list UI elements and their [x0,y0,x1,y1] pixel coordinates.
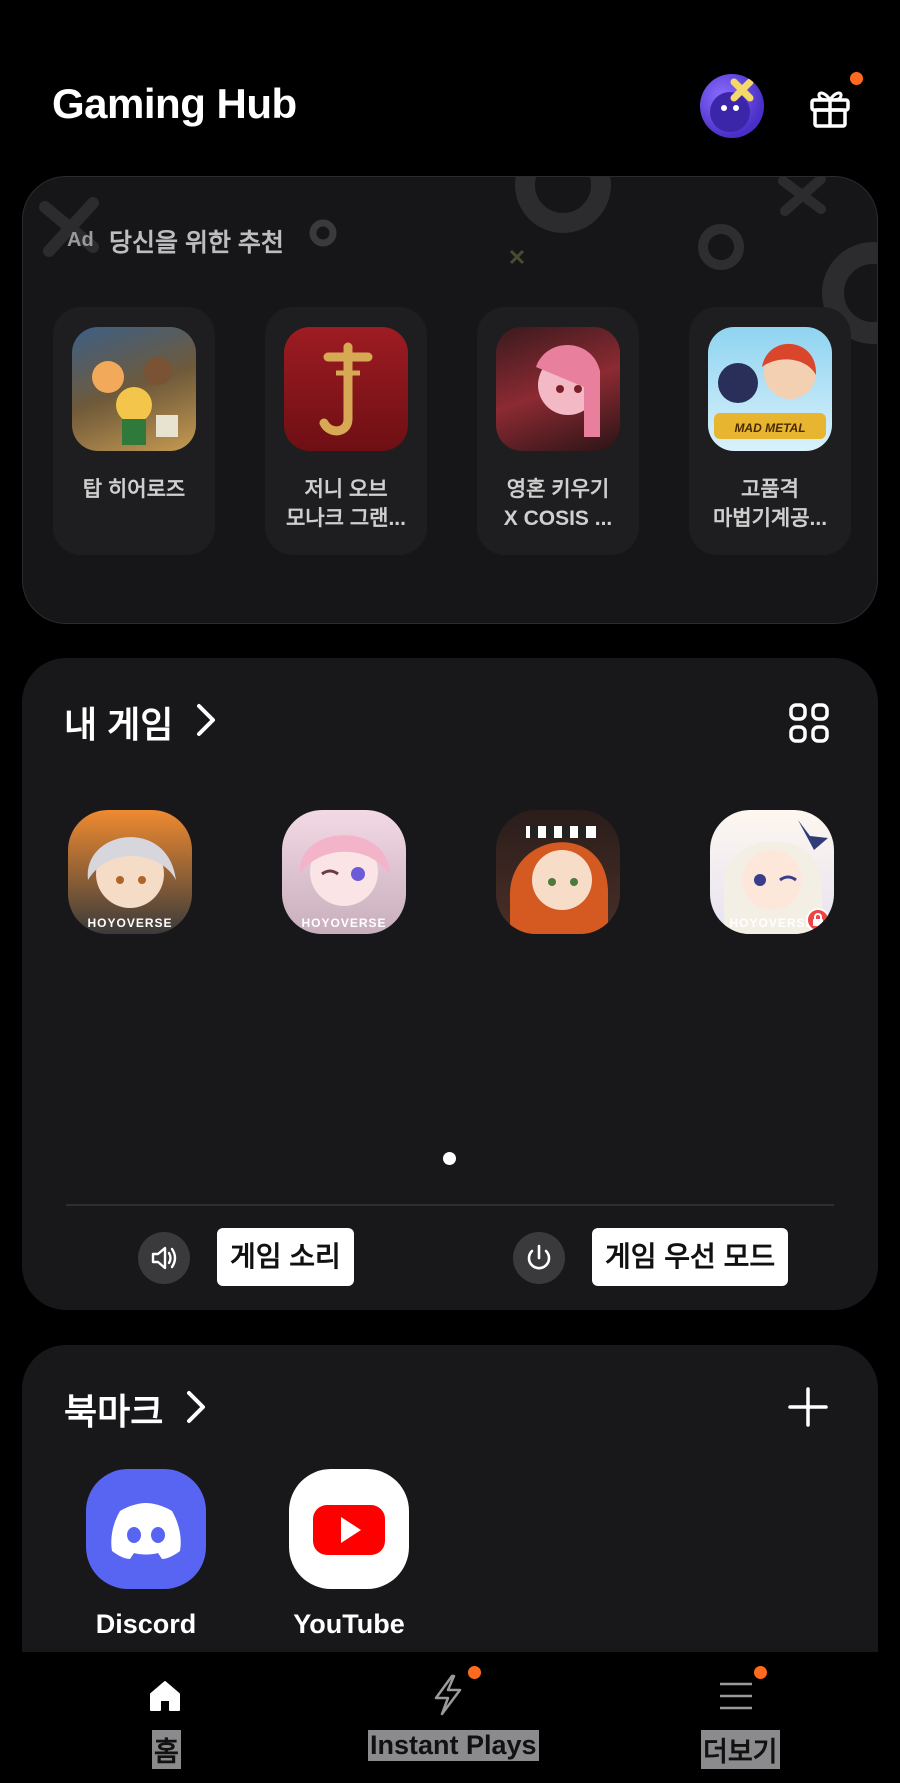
my-games-card: 내 게임 HOYOVERSE HOYOVERSE HOYOVERSE 게임 소리… [22,658,878,1310]
notification-dot [850,72,863,85]
hoyoverse-badge: HOYOVERSE [301,916,387,930]
nav-label: 홈 [152,1730,181,1769]
header: Gaming Hub [0,0,900,170]
rec-name: 고품격 마법기계공... [712,478,828,530]
game-icon [72,327,196,451]
chevron-right-icon[interactable] [184,1387,208,1427]
rec-item[interactable]: MAD METAL 고품격 마법기계공... [689,307,851,555]
discord-label: Discord [95,1609,197,1639]
nav-label: Instant Plays [368,1730,539,1761]
chevron-right-icon[interactable] [194,700,218,740]
lock-icon [806,908,830,932]
game-icon[interactable]: HOYOVERSE [282,810,406,934]
page-indicator [443,1152,456,1165]
game-icon[interactable]: HOYOVERSE [710,810,834,934]
game-sound-button[interactable] [138,1232,190,1284]
rec-item[interactable]: 영혼 키우기 X COSIS ... [477,307,639,555]
mad-metal-logo: MAD METAL [734,421,806,435]
lightning-icon [434,1674,462,1716]
notification-dot [468,1666,481,1679]
game-priority-mode-button[interactable] [513,1232,565,1284]
game-icon[interactable] [496,810,620,934]
grid-view-icon[interactable] [788,702,830,744]
nav-home[interactable]: 홈 [120,1652,210,1783]
hoyoverse-badge: HOYOVERSE [87,916,173,930]
game-priority-mode-label: 게임 우선 모드 [592,1228,789,1286]
add-icon[interactable] [786,1385,830,1429]
rec-name: 영혼 키우기 X COSIS ... [503,478,613,530]
recommendation-title: 당신을 위한 추천 [109,229,284,257]
nav-label: 더보기 [701,1730,780,1769]
power-icon [527,1244,551,1270]
game-icon [284,327,408,451]
youtube-icon[interactable] [289,1469,409,1589]
menu-icon [720,1682,752,1710]
rec-item[interactable]: 저니 오브 모나크 그랜... [265,307,427,555]
rec-name: 저니 오브 모나크 그랜... [286,478,406,530]
ad-label: Ad [67,229,94,251]
gift-icon [810,91,850,128]
bookmarks-title[interactable]: 북마크 [64,1383,163,1435]
game-icon[interactable]: HOYOVERSE [68,810,192,934]
home-icon [150,1681,180,1711]
speaker-icon [151,1246,177,1270]
game-sound-label: 게임 소리 [217,1228,354,1286]
game-icon: MAD METAL [708,327,832,451]
bottom-nav: 홈 Instant Plays 더보기 [0,1652,900,1783]
divider [66,1204,834,1206]
discord-icon[interactable] [86,1469,206,1589]
my-games-title[interactable]: 내 게임 [64,696,173,748]
notification-dot [754,1666,767,1679]
game-icon [496,327,620,451]
recommendation-card: Ad 당신을 위한 추천 탑 히어로즈 저니 오브 모나크 그랜... 영혼 키… [22,176,878,624]
youtube-label: YouTube [293,1609,405,1639]
avatar-art [710,78,754,132]
gift-button[interactable] [804,72,863,132]
app-title: Gaming Hub [52,80,297,127]
nav-more[interactable]: 더보기 [700,1652,790,1783]
nav-instant-plays[interactable]: Instant Plays [368,1652,539,1783]
rec-item[interactable]: 탑 히어로즈 [53,307,215,555]
rec-name: 탑 히어로즈 [82,478,186,501]
avatar-icon[interactable] [700,74,764,138]
